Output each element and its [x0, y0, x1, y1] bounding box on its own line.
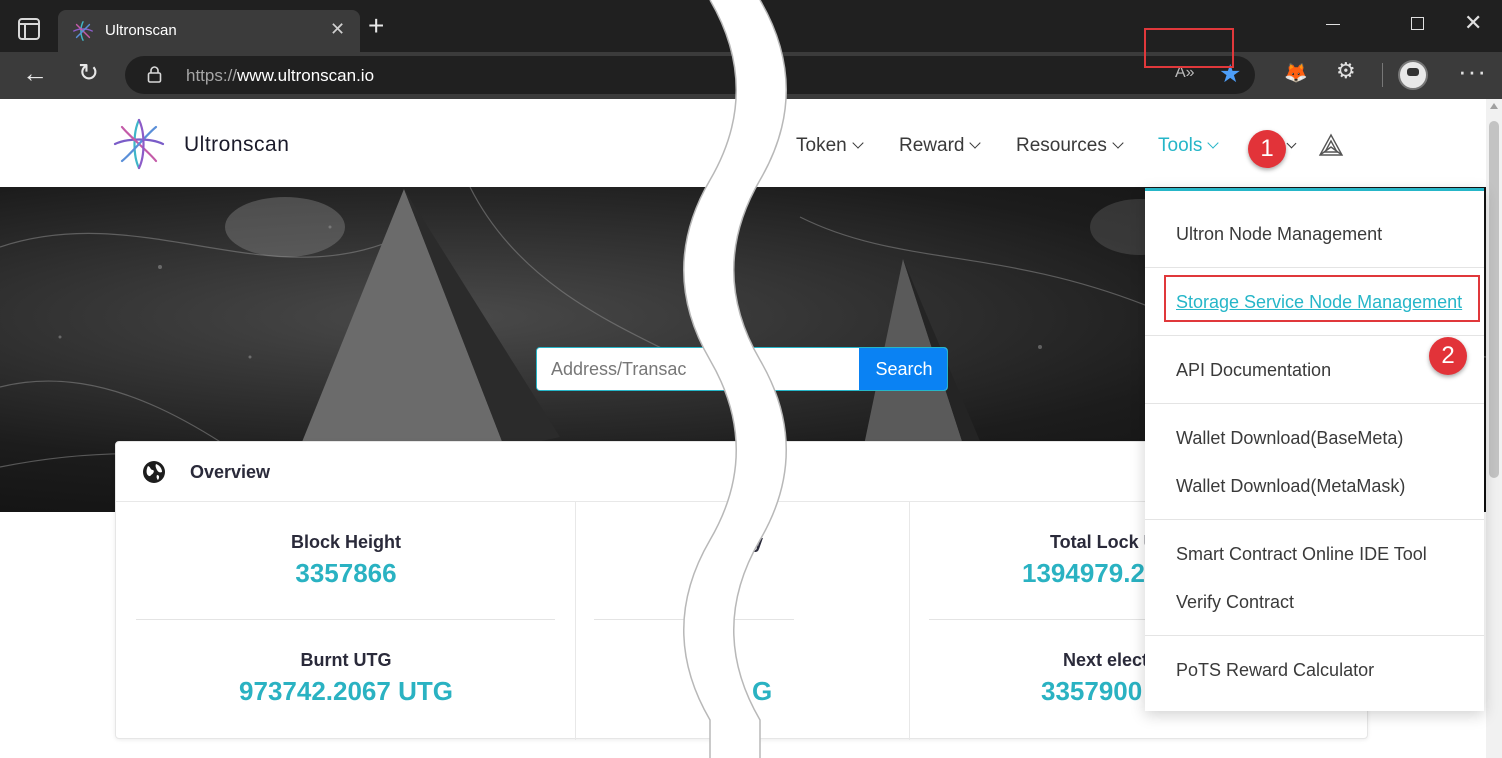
window-close-icon[interactable]: ✕ — [1464, 10, 1482, 36]
menu-item-wallet-download-basemeta[interactable]: Wallet Download(BaseMeta) — [1176, 428, 1403, 449]
tab-close-icon[interactable]: ✕ — [330, 19, 345, 40]
menu-item-pots-reward-calculator[interactable]: PoTS Reward Calculator — [1176, 660, 1374, 681]
stat-block-height-label: Block Height — [290, 532, 401, 552]
torn-edge-divider — [683, 0, 787, 758]
annotation-highlight-tools — [1144, 28, 1234, 68]
nav-resources[interactable]: Resources — [1016, 135, 1124, 157]
site-name[interactable]: Ultronscan — [184, 133, 289, 157]
stat-total-lock-label: Total Lock U — [1050, 532, 1157, 552]
menu-item-smart-contract-ide[interactable]: Smart Contract Online IDE Tool — [1176, 544, 1427, 565]
ultronscan-logo-icon[interactable] — [112, 117, 166, 171]
menu-item-ultron-node-management[interactable]: Ultron Node Management — [1176, 224, 1382, 245]
url-scheme: https:// — [186, 66, 238, 85]
overview-title: Overview — [190, 462, 271, 482]
nav-reward-label: Reward — [899, 135, 965, 156]
nav-resources-label: Resources — [1016, 135, 1107, 156]
url-host: www.ultronscan.io — [237, 66, 375, 85]
globe-icon — [143, 461, 165, 483]
stat-total-lock-value: 1394979.2 — [1022, 558, 1145, 588]
extensions-puzzle-icon[interactable]: ⚙ — [1336, 58, 1356, 84]
network-triangle-icon[interactable] — [1318, 133, 1344, 157]
menu-separator — [1145, 403, 1484, 404]
profile-avatar[interactable] — [1398, 60, 1428, 90]
toolbar-separator — [1382, 63, 1383, 87]
more-menu-icon[interactable]: ··· — [1458, 56, 1487, 87]
chevron-down-icon — [1207, 137, 1220, 149]
tab-actions-icon[interactable] — [18, 18, 40, 40]
menu-item-api-documentation[interactable]: API Documentation — [1176, 360, 1331, 381]
menu-separator — [1145, 335, 1484, 336]
new-tab-icon[interactable]: + — [368, 12, 384, 40]
annotation-highlight-storage-item — [1164, 275, 1480, 322]
stat-burnt-label: Burnt UTG — [300, 650, 392, 670]
menu-item-wallet-download-metamask[interactable]: Wallet Download(MetaMask) — [1176, 476, 1405, 497]
ultronscan-favicon-icon — [73, 21, 93, 41]
window-maximize-icon[interactable] — [1411, 17, 1424, 30]
stat-next-election-label: Next electi — [1063, 650, 1154, 670]
annotation-step-2-badge: 2 — [1429, 337, 1467, 375]
tools-dropdown-menu: Ultron Node Management Storage Service N… — [1145, 188, 1484, 711]
back-arrow-icon[interactable]: ← — [22, 58, 48, 89]
browser-tab-active[interactable]: Ultronscan ✕ — [58, 10, 360, 52]
nav-token[interactable]: Token — [796, 135, 864, 157]
search-button[interactable]: Search — [859, 348, 947, 390]
menu-separator — [1145, 635, 1484, 636]
menu-separator — [1145, 519, 1484, 520]
nav-token-label: Token — [796, 135, 847, 156]
stat-block-height-value[interactable]: 3357866 — [116, 558, 576, 589]
chevron-down-icon — [969, 137, 982, 149]
nav-reward[interactable]: Reward — [899, 135, 982, 157]
scroll-up-arrow-icon[interactable] — [1490, 103, 1498, 109]
metamask-fox-icon[interactable]: 🦊 — [1284, 61, 1308, 85]
scrollbar-thumb[interactable] — [1489, 121, 1499, 478]
chevron-down-icon — [852, 137, 864, 149]
nav-tools[interactable]: Tools — [1158, 135, 1220, 157]
column-divider — [909, 502, 910, 740]
lock-icon — [147, 66, 162, 83]
stat-next-election-value[interactable]: 3357900 — [1041, 676, 1142, 707]
refresh-icon[interactable]: ↻ — [78, 58, 99, 88]
window-minimize-icon[interactable] — [1326, 24, 1340, 25]
menu-item-verify-contract[interactable]: Verify Contract — [1176, 592, 1294, 613]
tab-title: Ultronscan — [105, 22, 177, 39]
menu-separator — [1145, 267, 1484, 268]
annotation-step-1-badge: 1 — [1248, 130, 1286, 168]
chevron-down-icon[interactable] — [1286, 138, 1297, 149]
url-text: https://www.ultronscan.io — [186, 66, 374, 86]
stat-burnt-value: 973742.2067 UTG — [239, 676, 453, 706]
page-scrollbar[interactable] — [1486, 99, 1502, 758]
nav-tools-label: Tools — [1158, 135, 1203, 156]
chevron-down-icon — [1112, 137, 1124, 149]
row-divider — [929, 619, 1159, 620]
row-divider — [136, 619, 555, 620]
